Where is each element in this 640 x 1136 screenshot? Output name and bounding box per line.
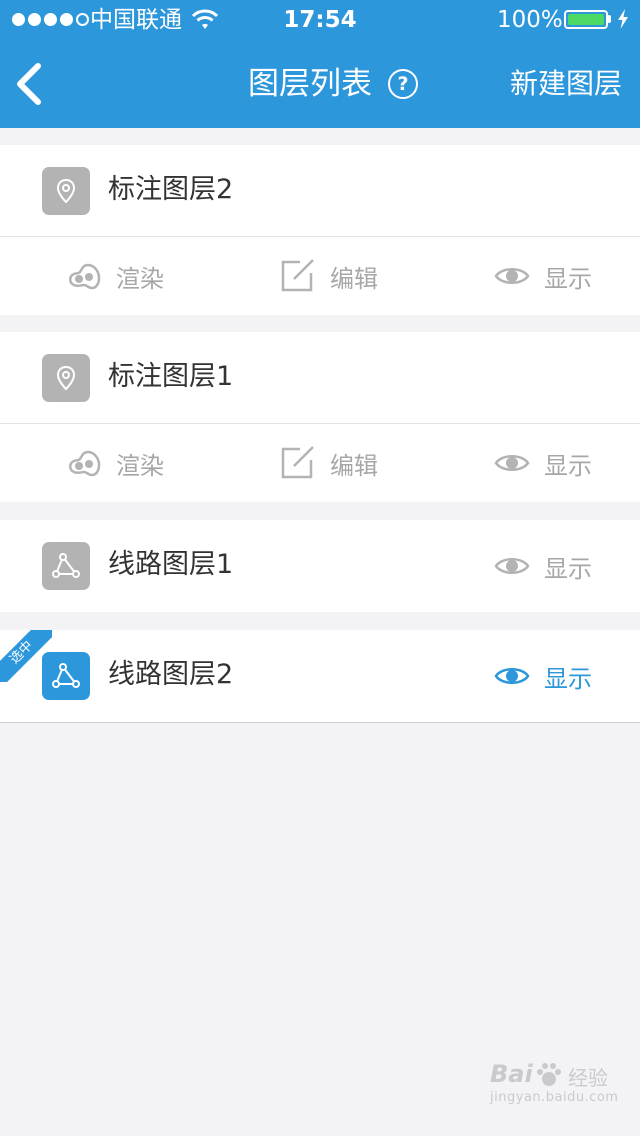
render-label: 渲染 (116, 451, 164, 480)
show-label: 显示 (544, 264, 592, 293)
watermark-sub: 经验 (568, 1066, 608, 1090)
layer-row[interactable]: 线路图层1 显示 (0, 520, 640, 611)
watermark-url: jingyan.baidu.com (490, 1090, 619, 1105)
battery-icon (564, 10, 608, 29)
baidu-watermark: Bai 经验 jingyan.baidu.com (490, 1060, 620, 1110)
eye-icon (494, 558, 530, 574)
show-label: 显示 (544, 451, 592, 480)
show-label: 显示 (544, 664, 592, 693)
eye-icon (494, 268, 530, 284)
battery-percent: 100% (497, 7, 563, 33)
render-button[interactable]: 渲染 (68, 424, 164, 502)
layer-name: 线路图层1 (108, 549, 234, 580)
show-toggle[interactable]: 显示 (494, 424, 592, 502)
layer-name: 标注图层2 (108, 174, 234, 205)
layer-row[interactable]: 标注图层2 (0, 145, 640, 236)
chevron-left-icon (17, 63, 41, 105)
layer-actions: 渲染 编辑 显示 (0, 237, 640, 315)
edit-icon (281, 446, 314, 479)
layer-list-screen: 中国联通 17:54 100% 图层列表 ? 新建图层 标注图层2 渲染 编辑 … (0, 0, 640, 1136)
edit-label: 编辑 (330, 264, 378, 293)
navigation-bar: 图层列表 ? 新建图层 (0, 40, 640, 128)
route-icon (42, 542, 90, 590)
layer-name: 线路图层2 (108, 659, 234, 690)
title-group: 图层列表 ? (248, 62, 418, 106)
layer-card-selected: 选中 线路图层2 显示 (0, 630, 640, 722)
help-icon[interactable]: ? (388, 69, 418, 99)
edit-label: 编辑 (330, 451, 378, 480)
show-toggle[interactable]: 显示 (494, 637, 592, 715)
show-toggle[interactable]: 显示 (494, 237, 592, 315)
render-label: 渲染 (116, 264, 164, 293)
edit-button[interactable]: 编辑 (280, 424, 378, 502)
charging-bolt-icon (618, 9, 628, 29)
eye-icon (494, 668, 530, 684)
show-toggle[interactable]: 显示 (494, 527, 592, 605)
layer-name: 标注图层1 (108, 361, 234, 392)
layer-row[interactable]: 标注图层1 (0, 332, 640, 423)
paw-icon (537, 1063, 561, 1086)
palette-icon (69, 450, 101, 477)
edit-button[interactable]: 编辑 (280, 237, 378, 315)
eye-icon (494, 455, 530, 471)
map-pin-icon (42, 354, 90, 402)
layer-row[interactable]: 线路图层2 显示 (0, 630, 640, 721)
list-bottom-border (0, 722, 640, 723)
layer-actions: 渲染 编辑 显示 (0, 424, 640, 502)
route-icon (42, 652, 90, 700)
render-button[interactable]: 渲染 (68, 237, 164, 315)
show-label: 显示 (544, 554, 592, 583)
palette-icon (69, 263, 101, 290)
layer-card: 标注图层2 渲染 编辑 显示 (0, 145, 640, 315)
map-pin-icon (42, 167, 90, 215)
back-button[interactable] (10, 58, 54, 110)
page-title: 图层列表 (248, 66, 372, 102)
new-layer-button[interactable]: 新建图层 (510, 62, 622, 106)
status-bar: 中国联通 17:54 100% (0, 0, 640, 40)
watermark-brand: Bai (490, 1060, 533, 1088)
top-bar: 中国联通 17:54 100% 图层列表 ? 新建图层 (0, 0, 640, 128)
battery-cap (608, 15, 611, 23)
layer-card: 线路图层1 显示 (0, 520, 640, 612)
edit-icon (281, 259, 314, 292)
layer-card: 标注图层1 渲染 编辑 显示 (0, 332, 640, 502)
